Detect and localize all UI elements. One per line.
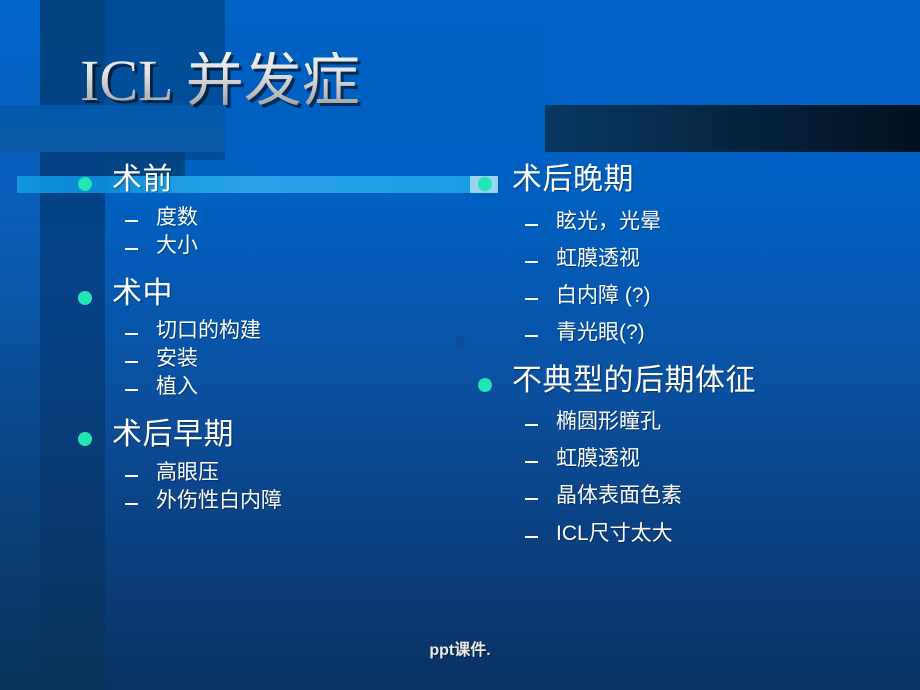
- bullet-level2-item[interactable]: 椭圆形瞳孔: [525, 411, 908, 433]
- dash-bullet-icon: [525, 461, 538, 464]
- dash-bullet-icon: [125, 247, 138, 250]
- bullet-level1-label: 术后早期: [112, 418, 234, 452]
- bullet-level1-label: 术后晚期: [512, 163, 634, 196]
- dash-bullet-icon: [125, 475, 138, 478]
- dash-bullet-icon: [525, 260, 538, 263]
- content-column-right: 术后晚期 眩光，光晕 虹膜透视 白内障 (?) 青光眼(?) 不典型的后期体征 …: [478, 160, 908, 545]
- bullet-level2-label: 植入: [156, 375, 198, 399]
- bullet-level2-item[interactable]: 白内障 (?): [525, 283, 908, 307]
- bullet-dot-icon: [78, 290, 92, 305]
- dash-bullet-icon: [525, 424, 538, 427]
- dash-bullet-icon: [525, 498, 538, 501]
- bullet-level2-label: 外伤性白内障: [156, 489, 282, 513]
- bullet-level2-item[interactable]: 虹膜透视: [525, 448, 908, 470]
- bullet-level2-item[interactable]: 晶体表面色素: [525, 485, 908, 507]
- bullet-level2-label: 虹膜透视: [556, 447, 640, 471]
- bullet-level1-label: 术中: [112, 276, 173, 310]
- bullet-level1-label: 术前: [112, 163, 173, 196]
- dash-bullet-icon: [125, 333, 138, 336]
- dash-bullet-icon: [125, 219, 138, 222]
- bullet-level2-label: 椭圆形瞳孔: [556, 410, 661, 434]
- bullet-level2-item[interactable]: 高眼压: [125, 461, 468, 485]
- bullet-level1-early-postop[interactable]: 术后早期: [78, 420, 468, 451]
- bullet-level2-item[interactable]: 外伤性白内障: [125, 490, 468, 512]
- bullet-level1-atypical-late-signs[interactable]: 不典型的后期体征: [478, 363, 908, 397]
- bullet-level2-item[interactable]: 大小: [125, 233, 468, 257]
- bullet-level2-label: ICL尺寸太大: [556, 521, 673, 545]
- dash-bullet-icon: [125, 503, 138, 506]
- bullet-level2-label: 青光眼(?): [556, 320, 645, 344]
- bullet-level2-label: 虹膜透视: [556, 246, 640, 270]
- bullet-level2-item[interactable]: 度数: [125, 205, 468, 229]
- bullet-level2-label: 切口的构建: [156, 319, 261, 343]
- bullet-level2-item[interactable]: 植入: [125, 376, 468, 398]
- bullet-level2-label: 大小: [156, 233, 198, 257]
- bullet-level2-label: 晶体表面色素: [556, 484, 682, 508]
- bullet-level2-item[interactable]: 切口的构建: [125, 320, 468, 342]
- dash-bullet-icon: [125, 361, 138, 364]
- bullet-level1-late-postop[interactable]: 术后晚期: [478, 163, 908, 196]
- dash-bullet-icon: [125, 389, 138, 392]
- slide-canvas: ICL 并发症 术前 度数 大小 术中 切口的构建 安装 植入 术后早期 高眼压…: [0, 0, 920, 690]
- bullet-level2-item[interactable]: 虹膜透视: [525, 246, 908, 270]
- dash-bullet-icon: [525, 223, 538, 226]
- bullet-dot-icon: [478, 377, 492, 392]
- slide-footer: ppt课件.: [429, 642, 491, 659]
- bullet-level2-item[interactable]: 安装: [125, 348, 468, 370]
- bullet-level1-preop[interactable]: 术前: [78, 163, 468, 196]
- dash-bullet-icon: [525, 535, 538, 538]
- bullet-level1-intraop[interactable]: 术中: [78, 276, 468, 310]
- dash-bullet-icon: [525, 297, 538, 300]
- bullet-level2-item[interactable]: 眩光，光晕: [525, 209, 908, 233]
- bullet-level2-item[interactable]: 青光眼(?): [525, 320, 908, 344]
- bullet-dot-icon: [78, 177, 92, 191]
- bullet-level1-label: 不典型的后期体征: [512, 363, 756, 397]
- bullet-dot-icon: [78, 432, 92, 447]
- bullet-level2-label: 眩光，光晕: [556, 209, 661, 233]
- content-column-left: 术前 度数 大小 术中 切口的构建 安装 植入 术后早期 高眼压 外伤性白内障: [78, 160, 468, 512]
- bullet-level2-label: 白内障 (?): [556, 283, 651, 307]
- background-left-stripe: [0, 0, 40, 690]
- dash-bullet-icon: [525, 334, 538, 337]
- bullet-level2-label: 度数: [156, 205, 198, 229]
- bullet-level2-label: 安装: [156, 347, 198, 371]
- bullet-level2-label: 高眼压: [156, 461, 219, 485]
- slide-title: ICL 并发症: [80, 48, 360, 113]
- bullet-level2-item[interactable]: ICL尺寸太大: [525, 521, 908, 545]
- bullet-dot-icon: [478, 177, 492, 191]
